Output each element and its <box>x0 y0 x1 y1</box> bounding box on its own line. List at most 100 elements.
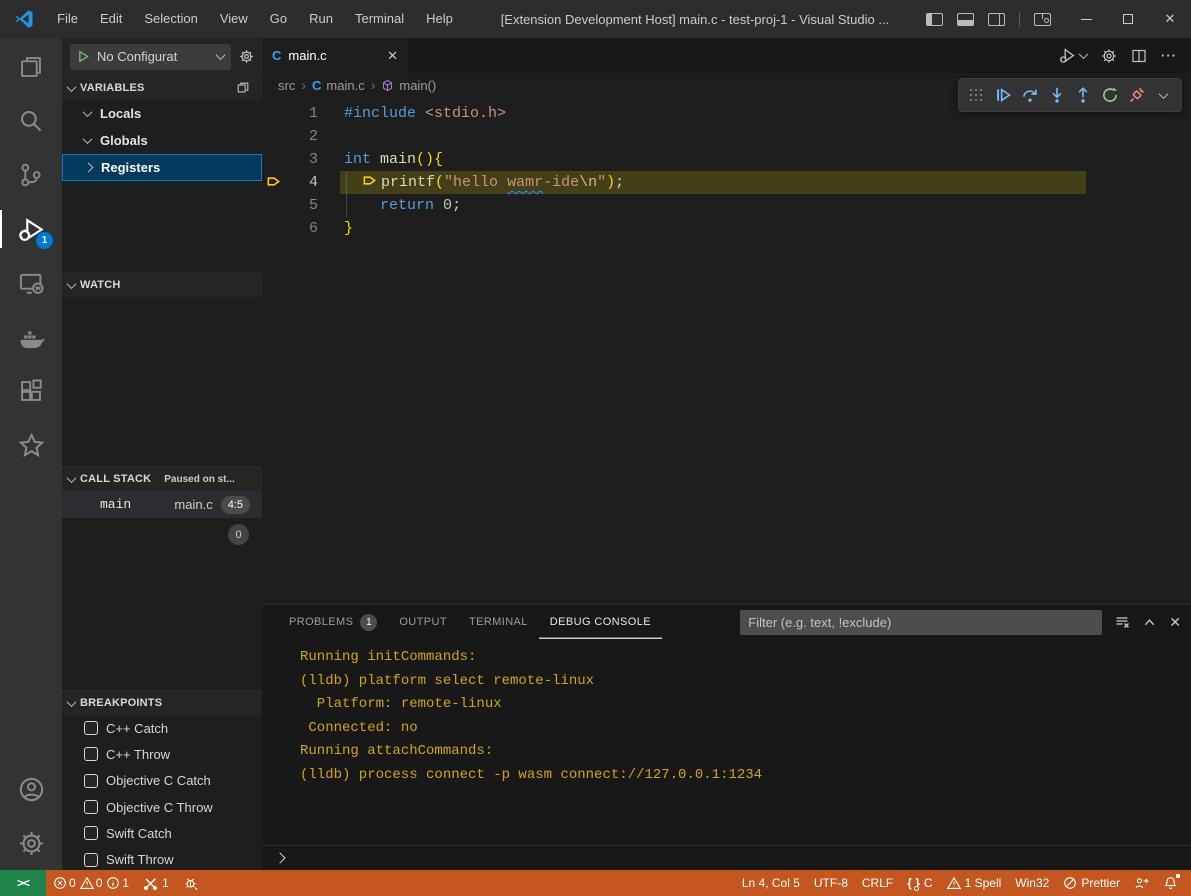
menu-file[interactable]: File <box>46 0 89 38</box>
eol-status[interactable]: CRLF <box>855 870 900 896</box>
console-filter-input[interactable] <box>740 610 1102 635</box>
sidebar-item-run-and-debug[interactable]: 1 <box>0 202 62 256</box>
more-actions-icon[interactable]: ··· <box>1161 48 1177 63</box>
variables-item-registers[interactable]: Registers <box>62 154 262 181</box>
breakpoint-margin[interactable] <box>262 194 284 217</box>
toggle-primary-sidebar-icon[interactable] <box>926 13 943 26</box>
step-over-button[interactable] <box>1018 83 1042 107</box>
stack-frame-row[interactable]: main main.c 4:5 <box>62 491 262 518</box>
sidebar-item-extensions[interactable] <box>0 364 62 418</box>
step-into-button[interactable] <box>1045 83 1069 107</box>
code-line-2[interactable]: 2 <box>262 125 1191 148</box>
sidebar-item-favorites[interactable] <box>0 418 62 472</box>
sidebar-item-docker[interactable] <box>0 310 62 364</box>
menu-view[interactable]: View <box>209 0 259 38</box>
breakpoint-checkbox[interactable] <box>84 747 98 761</box>
copy-icon[interactable] <box>236 81 250 95</box>
breakpoint-row[interactable]: C++ Throw <box>62 741 262 767</box>
account-button[interactable] <box>0 762 62 816</box>
code-line-5[interactable]: 5 return 0; <box>262 194 1191 217</box>
variables-section-header[interactable]: VARIABLES <box>62 75 262 100</box>
menu-selection[interactable]: Selection <box>133 0 208 38</box>
tab-main-c[interactable]: C main.c ✕ <box>262 38 408 73</box>
menu-help[interactable]: Help <box>415 0 464 38</box>
menu-edit[interactable]: Edit <box>89 0 133 38</box>
maximize-panel-icon[interactable] <box>1142 615 1157 630</box>
breakpoint-row[interactable]: Objective C Throw <box>62 794 262 820</box>
tools-status[interactable]: 1 <box>136 870 176 896</box>
sidebar-item-source-control[interactable] <box>0 148 62 202</box>
breakpoint-row[interactable]: Swift Throw <box>62 846 262 870</box>
breakpoint-row[interactable]: C++ Catch <box>62 715 262 741</box>
breadcrumb-src[interactable]: src <box>278 78 295 93</box>
breakpoint-checkbox[interactable] <box>84 800 98 814</box>
breakpoint-checkbox[interactable] <box>84 774 98 788</box>
restart-button[interactable] <box>1098 83 1122 107</box>
split-editor-icon[interactable] <box>1131 48 1147 64</box>
settings-gear-icon[interactable] <box>1101 48 1117 64</box>
menu-run[interactable]: Run <box>298 0 344 38</box>
step-out-button[interactable] <box>1071 83 1095 107</box>
customize-layout-icon[interactable] <box>1034 13 1051 26</box>
chevron-down-icon[interactable] <box>1152 83 1176 107</box>
breakpoint-row[interactable]: Objective C Catch <box>62 768 262 794</box>
console-output[interactable]: Running initCommands:(lldb) platform sel… <box>262 639 1191 845</box>
panel-tab-terminal[interactable]: TERMINAL <box>458 605 539 639</box>
code-line-6[interactable]: 6} <box>262 217 1191 240</box>
breakpoint-margin[interactable] <box>262 148 284 171</box>
formatter-status[interactable]: Prettier <box>1056 870 1127 896</box>
start-debug-icon[interactable] <box>77 50 90 63</box>
toggle-secondary-sidebar-icon[interactable] <box>988 13 1005 26</box>
variables-item-locals[interactable]: Locals <box>62 100 262 127</box>
code-area[interactable]: 1#include <stdio.h>23int main(){4 printf… <box>262 97 1191 604</box>
sidebar-item-remote-explorer[interactable] <box>0 256 62 310</box>
panel-tab-output[interactable]: OUTPUT <box>388 605 458 639</box>
code-line-4[interactable]: 4 printf("hello wamr-ide\n"); <box>262 171 1191 194</box>
cursor-position-status[interactable]: Ln 4, Col 5 <box>735 870 807 896</box>
breakpoint-checkbox[interactable] <box>84 826 98 840</box>
sidebar-item-search[interactable] <box>0 94 62 148</box>
variables-item-globals[interactable]: Globals <box>62 127 262 154</box>
breadcrumb-symbol[interactable]: main() <box>381 78 436 93</box>
panel-tab-debug-console[interactable]: DEBUG CONSOLE <box>539 605 662 639</box>
menu-terminal[interactable]: Terminal <box>344 0 415 38</box>
drag-handle-icon[interactable] <box>964 83 988 107</box>
panel-tab-problems[interactable]: PROBLEMS1 <box>278 605 388 639</box>
call-stack-section-header[interactable]: CALL STACK Paused on st... <box>62 466 262 491</box>
code-line-3[interactable]: 3int main(){ <box>262 148 1191 171</box>
debug-status[interactable] <box>176 870 206 896</box>
remote-indicator[interactable]: >< <box>0 870 46 896</box>
debug-settings-gear-icon[interactable] <box>239 49 254 64</box>
close-panel-icon[interactable]: ✕ <box>1169 614 1181 631</box>
menu-go[interactable]: Go <box>259 0 298 38</box>
breakpoint-row[interactable]: Swift Catch <box>62 820 262 846</box>
spell-checker-status[interactable]: 1 Spell <box>940 870 1009 896</box>
maximize-button[interactable] <box>1107 0 1149 38</box>
breakpoint-checkbox[interactable] <box>84 853 98 867</box>
breakpoint-margin[interactable] <box>262 217 284 240</box>
run-or-debug-button[interactable] <box>1059 47 1087 64</box>
breakpoint-margin[interactable] <box>262 102 284 125</box>
current-line-arrow-icon[interactable] <box>262 171 284 194</box>
clear-console-icon[interactable] <box>1114 614 1130 630</box>
language-mode-status[interactable]: { } C <box>900 870 939 896</box>
breadcrumb-file[interactable]: Cmain.c <box>312 78 365 93</box>
problems-status[interactable]: 0 0 1 <box>46 870 136 896</box>
breakpoint-margin[interactable] <box>262 125 284 148</box>
notifications-button[interactable] <box>1156 870 1185 896</box>
minimize-button[interactable] <box>1065 0 1107 38</box>
sidebar-item-explorer[interactable] <box>0 40 62 94</box>
breakpoints-section-header[interactable]: BREAKPOINTS <box>62 690 262 715</box>
platform-status[interactable]: Win32 <box>1008 870 1056 896</box>
toggle-panel-icon[interactable] <box>957 13 974 26</box>
breakpoint-checkbox[interactable] <box>84 721 98 735</box>
close-window-button[interactable]: ✕ <box>1149 0 1191 38</box>
watch-section-header[interactable]: WATCH <box>62 272 262 297</box>
console-input-row[interactable] <box>262 845 1191 870</box>
disconnect-button[interactable] <box>1125 83 1149 107</box>
feedback-button[interactable] <box>1127 870 1156 896</box>
settings-button[interactable] <box>0 816 62 870</box>
close-tab-icon[interactable]: ✕ <box>387 48 398 64</box>
encoding-status[interactable]: UTF-8 <box>807 870 855 896</box>
debug-config-dropdown[interactable]: No Configurat <box>70 44 231 70</box>
